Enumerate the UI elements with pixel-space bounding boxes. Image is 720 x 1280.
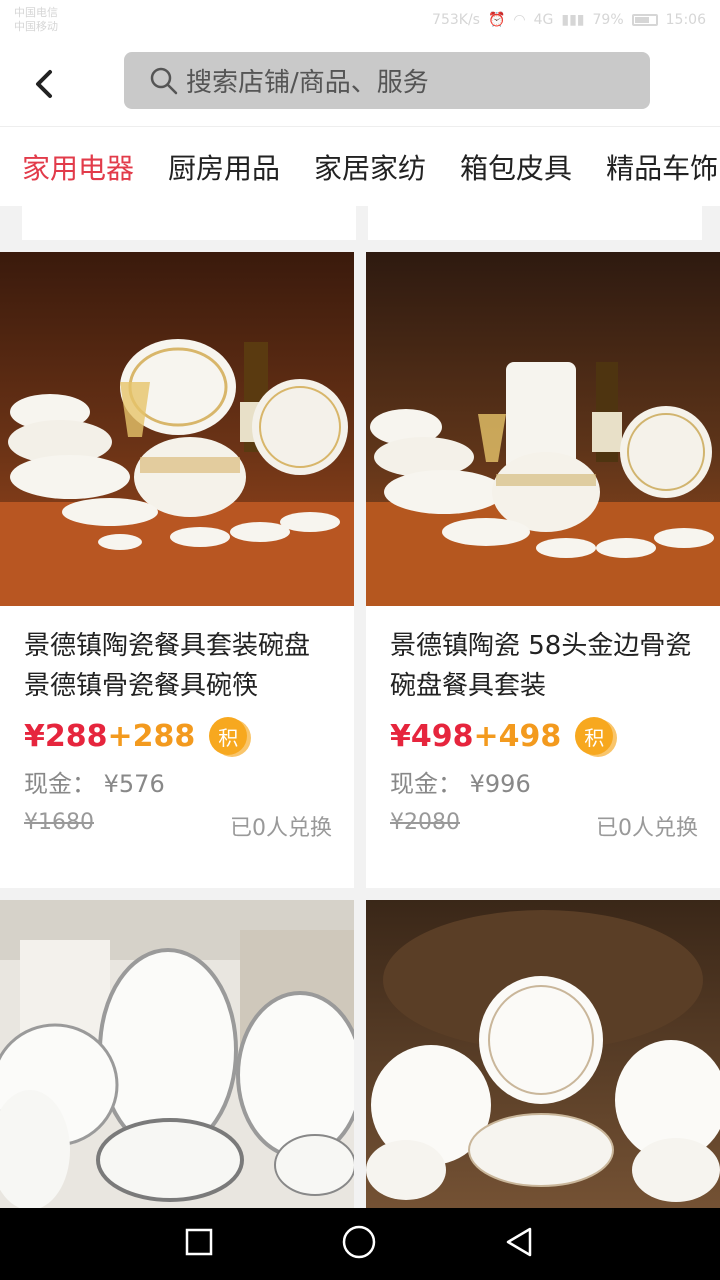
meta-row: ¥2080 已0人兑换 xyxy=(390,810,698,841)
product-title[interactable]: 景德镇陶瓷 58头金边骨瓷 碗盘餐具套装 xyxy=(390,626,698,706)
dinnerware-photo xyxy=(366,252,720,606)
product-image[interactable] xyxy=(366,252,720,606)
circle-icon xyxy=(342,1225,376,1259)
dinnerware-photo xyxy=(0,252,354,606)
product-title[interactable]: 景德镇陶瓷餐具套装碗盘景德镇骨瓷餐具碗筷 xyxy=(24,626,332,706)
top-header: 搜索店铺/商品、服务 xyxy=(0,46,720,126)
cash-row: 现金： ¥576 xyxy=(24,764,332,798)
search-placeholder: 搜索店铺/商品、服务 xyxy=(186,68,429,98)
original-price: ¥2080 xyxy=(390,810,460,835)
product-points: +498 xyxy=(473,718,562,754)
product-info: 景德镇陶瓷 58头金边骨瓷 碗盘餐具套装 ¥498 +498 积 现金： ¥99… xyxy=(366,606,720,841)
cash-row: 现金： ¥996 xyxy=(390,764,698,798)
home-button[interactable] xyxy=(341,1224,377,1264)
product-card[interactable]: 景德镇陶瓷 58头金边骨瓷 碗盘餐具套装 ¥498 +498 积 现金： ¥99… xyxy=(366,252,720,888)
triangle-back-icon xyxy=(507,1227,532,1257)
product-image[interactable] xyxy=(0,900,354,1208)
dinnerware-photo xyxy=(366,900,720,1208)
system-nav-bar xyxy=(0,1208,720,1280)
dinnerware-photo xyxy=(0,900,354,1208)
product-grid: 景德镇陶瓷餐具套装碗盘景德镇骨瓷餐具碗筷 ¥288 +288 积 现金： ¥57… xyxy=(0,206,720,1208)
tab-home-appliances[interactable]: 家用电器 xyxy=(0,147,146,187)
tab-kitchen[interactable]: 厨房用品 xyxy=(156,147,292,187)
product-card[interactable]: 景德镇陶瓷餐具套装碗盘景德镇骨瓷餐具碗筷 ¥288 +288 积 现金： ¥57… xyxy=(0,252,354,888)
price-row: ¥288 +288 积 xyxy=(24,714,332,758)
product-info: 景德镇陶瓷餐具套装碗盘景德镇骨瓷餐具碗筷 ¥288 +288 积 现金： ¥57… xyxy=(0,606,354,841)
search-input[interactable]: 搜索店铺/商品、服务 xyxy=(124,52,650,109)
redeemed-count: 已0人兑换 xyxy=(230,816,332,841)
clock: 15:06 xyxy=(665,12,706,28)
carrier-info: 中国电信 中国移动 xyxy=(14,6,58,34)
product-points: +288 xyxy=(107,718,196,754)
product-image[interactable] xyxy=(0,252,354,606)
cash-label: 现金： xyxy=(24,770,96,798)
battery-percent: 79% xyxy=(592,12,624,28)
product-image[interactable] xyxy=(366,900,720,1208)
search-icon xyxy=(150,67,178,94)
back-button[interactable] xyxy=(26,64,66,104)
original-price: ¥1680 xyxy=(24,810,94,835)
points-badge-icon: 积 xyxy=(575,717,614,755)
category-tabs: 家用电器 厨房用品 家居家纺 箱包皮具 精品车饰 xyxy=(0,126,720,206)
meta-row: ¥1680 已0人兑换 xyxy=(24,810,332,841)
signal-label: 4G xyxy=(533,12,554,28)
redeemed-count: 已0人兑换 xyxy=(596,816,698,841)
product-card[interactable] xyxy=(0,900,354,1208)
product-price: ¥498 xyxy=(390,718,474,754)
product-price: ¥288 xyxy=(24,718,108,754)
network-speed: 753K/s xyxy=(432,12,480,28)
cash-value: ¥996 xyxy=(469,770,531,798)
tab-car-accessories[interactable]: 精品车饰 xyxy=(594,147,720,187)
status-bar: 中国电信 中国移动 753K/s ⏰ ◠ 4G ▮▮▮ 79% 15:06 xyxy=(0,0,720,46)
square-icon xyxy=(185,1228,212,1256)
wifi-icon: ◠ xyxy=(513,12,526,28)
recent-apps-button[interactable] xyxy=(184,1227,214,1261)
status-icons: 753K/s ⏰ ◠ 4G ▮▮▮ 79% 15:06 xyxy=(432,12,706,28)
signal-icon: ▮▮▮ xyxy=(561,12,585,28)
carrier-line-1: 中国电信 xyxy=(14,6,58,19)
tab-bags[interactable]: 箱包皮具 xyxy=(448,147,584,187)
alarm-icon: ⏰ xyxy=(487,12,506,28)
cash-label: 现金： xyxy=(390,770,462,798)
carrier-line-2: 中国移动 xyxy=(14,20,58,33)
back-nav-button[interactable] xyxy=(504,1226,536,1262)
points-badge-icon: 积 xyxy=(209,717,248,755)
chevron-left-icon xyxy=(36,70,52,98)
tab-home-textile[interactable]: 家居家纺 xyxy=(302,147,438,187)
battery-icon xyxy=(631,14,658,26)
partial-card-right[interactable] xyxy=(368,206,702,240)
cash-value: ¥576 xyxy=(103,770,165,798)
partial-card-left[interactable] xyxy=(22,206,356,240)
product-card[interactable] xyxy=(366,900,720,1208)
price-row: ¥498 +498 积 xyxy=(390,714,698,758)
